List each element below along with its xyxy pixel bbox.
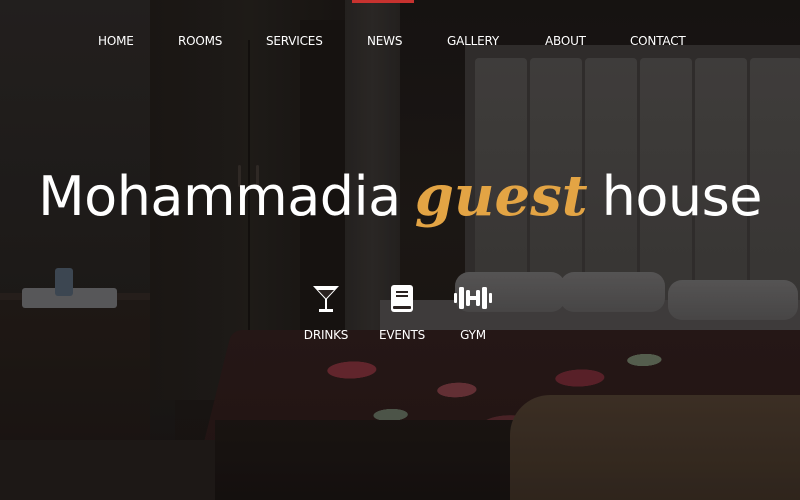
active-nav-indicator (352, 0, 414, 3)
background-overlay (0, 0, 800, 500)
nav-item-services[interactable]: SERVICES (266, 34, 323, 48)
feature-gym[interactable]: GYM (428, 282, 518, 342)
nav-item-rooms[interactable]: ROOMS (178, 34, 222, 48)
hero-title-main: Mohammadia (38, 165, 401, 228)
feature-label: GYM (460, 328, 486, 342)
hero-section: HOME ROOMS SERVICES NEWS GALLERY ABOUT C… (0, 0, 800, 500)
main-nav: HOME ROOMS SERVICES NEWS GALLERY ABOUT C… (0, 34, 800, 52)
nav-item-contact[interactable]: CONTACT (630, 34, 686, 48)
dumbbell-icon (454, 287, 492, 309)
hero-title: Mohammadia guest house (0, 168, 800, 224)
nav-item-news[interactable]: NEWS (367, 34, 402, 48)
hero-title-accent: guest (414, 163, 588, 229)
book-icon (391, 285, 413, 312)
nav-item-home[interactable]: HOME (98, 34, 134, 48)
hero-title-end: house (601, 165, 763, 228)
cocktail-glass-icon (313, 286, 339, 312)
nav-item-about[interactable]: ABOUT (545, 34, 586, 48)
nav-item-gallery[interactable]: GALLERY (447, 34, 499, 48)
